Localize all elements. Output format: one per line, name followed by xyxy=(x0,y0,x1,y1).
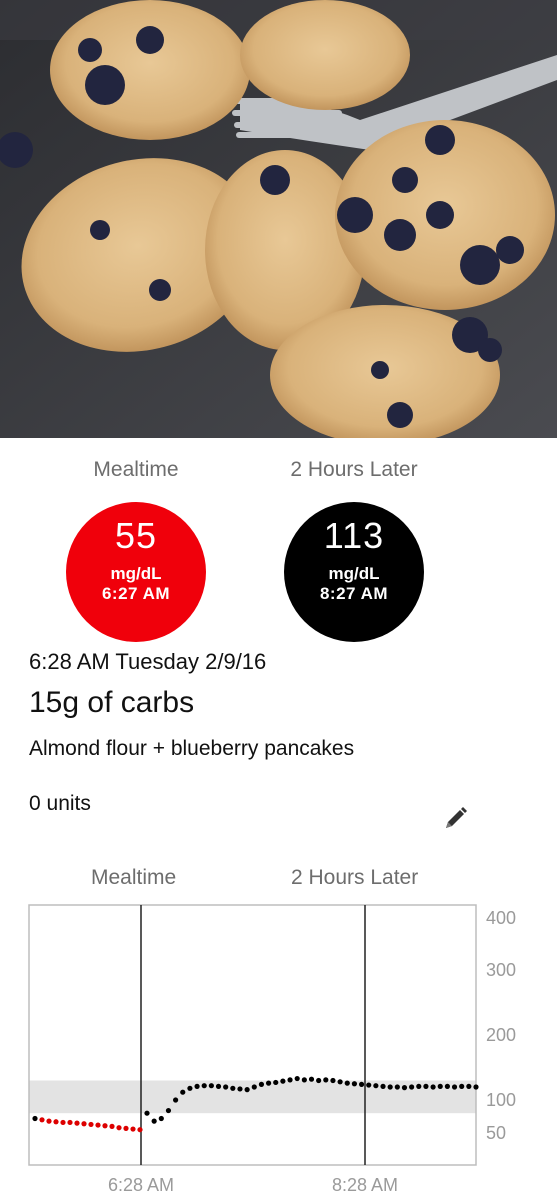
glucose-point-red xyxy=(39,1117,45,1123)
entry-carbs: 15g of carbs xyxy=(29,686,195,719)
glucose-point-black xyxy=(180,1089,186,1095)
mealtime-unit: mg/dL xyxy=(110,564,162,583)
glucose-point-red xyxy=(102,1123,108,1129)
glucose-point-black xyxy=(208,1083,214,1089)
glucose-point-black xyxy=(308,1076,315,1082)
glucose-point-black xyxy=(265,1080,272,1086)
glucose-point-black xyxy=(380,1083,386,1089)
glucose-point-red xyxy=(95,1122,101,1128)
mealtime-label: Mealtime xyxy=(93,458,179,481)
glucose-point-black xyxy=(459,1083,465,1089)
mealtime-time: 6:27 AM xyxy=(101,584,171,603)
entry-units: 0 units xyxy=(29,792,91,815)
y-tick-label: 300 xyxy=(486,960,516,980)
mealtime-value: 55 xyxy=(114,515,158,556)
glucose-point-red xyxy=(116,1125,122,1131)
glucose-point-black xyxy=(366,1082,372,1088)
mealtime-circle[interactable]: 55 mg/dL 6:27 AM xyxy=(66,502,206,642)
y-tick-label: 50 xyxy=(486,1123,506,1143)
glucose-point-black xyxy=(301,1077,307,1083)
glucose-point-black xyxy=(466,1083,472,1089)
glucose-point-black xyxy=(316,1077,322,1084)
glucose-point-black xyxy=(387,1084,393,1090)
glucose-point-red xyxy=(137,1127,143,1133)
glucose-point-black xyxy=(144,1110,150,1116)
glucose-point-black xyxy=(194,1083,200,1089)
x-tick-label: 6:28 AM xyxy=(108,1175,174,1195)
glucose-point-black xyxy=(158,1115,164,1122)
glucose-point-black xyxy=(473,1084,479,1090)
glucose-point-black xyxy=(416,1083,422,1089)
glucose-point-black xyxy=(237,1086,243,1092)
later-unit: mg/dL xyxy=(328,564,380,583)
glucose-point-black xyxy=(344,1080,350,1086)
glucose-point-red xyxy=(130,1126,136,1132)
later-time: 8:27 AM xyxy=(319,584,389,603)
glucose-point-red xyxy=(46,1118,52,1124)
pencil-icon[interactable] xyxy=(440,804,470,834)
glucose-point-black xyxy=(230,1085,236,1091)
readings-section: Mealtime 55 mg/dL 6:27 AM 2 Hours Later … xyxy=(0,438,557,642)
glucose-point-black xyxy=(273,1079,279,1086)
glucose-point-black xyxy=(358,1081,365,1087)
chart-header: Mealtime 2 Hours Later xyxy=(0,866,557,896)
glucose-point-black xyxy=(409,1084,415,1090)
glucose-point-black xyxy=(244,1087,250,1093)
glucose-chart: 400 300 200 100 50 6:28 AM 8:28 AM xyxy=(0,900,557,1200)
glucose-point-black xyxy=(187,1085,193,1091)
glucose-point-black xyxy=(215,1083,222,1089)
glucose-point-black xyxy=(323,1077,329,1083)
glucose-point-black xyxy=(430,1084,436,1090)
glucose-point-black xyxy=(294,1075,300,1082)
glucose-point-red xyxy=(123,1125,129,1131)
glucose-point-black xyxy=(351,1081,358,1087)
glucose-point-black xyxy=(423,1083,429,1089)
glucose-point-black xyxy=(258,1081,265,1087)
glucose-point-red xyxy=(81,1121,87,1127)
glucose-point-red xyxy=(88,1121,94,1128)
chart-later-label: 2 Hours Later xyxy=(291,866,419,889)
pancakes-image xyxy=(0,0,557,438)
glucose-point-red xyxy=(53,1119,59,1125)
glucose-point-black xyxy=(373,1083,379,1089)
glucose-point-black xyxy=(165,1107,172,1114)
glucose-point-black xyxy=(151,1118,157,1124)
later-circle[interactable]: 113 mg/dL 8:27 AM xyxy=(284,502,424,642)
glucose-point-black xyxy=(201,1083,207,1089)
chart-mealtime-label: Mealtime xyxy=(91,866,177,889)
later-value: 113 xyxy=(323,515,385,556)
x-tick-label: 8:28 AM xyxy=(332,1175,398,1195)
glucose-point-red xyxy=(60,1119,66,1126)
glucose-point-red xyxy=(67,1119,73,1126)
glucose-point-black xyxy=(451,1084,458,1090)
food-photo xyxy=(0,0,557,438)
glucose-point-black xyxy=(280,1078,286,1084)
later-label: 2 Hours Later xyxy=(290,458,418,481)
glucose-point-red xyxy=(32,1115,38,1122)
glucose-point-red xyxy=(74,1120,80,1126)
glucose-point-black xyxy=(401,1085,408,1091)
y-tick-label: 200 xyxy=(486,1025,516,1045)
glucose-point-black xyxy=(444,1083,450,1089)
y-tick-label: 400 xyxy=(486,908,516,928)
glucose-point-black xyxy=(437,1083,443,1089)
glucose-point-black xyxy=(173,1097,179,1103)
entry-datetime: 6:28 AM Tuesday 2/9/16 xyxy=(29,649,267,674)
glucose-point-black xyxy=(223,1084,229,1090)
glucose-point-black xyxy=(251,1084,257,1090)
y-tick-label: 100 xyxy=(486,1090,516,1110)
glucose-point-black xyxy=(394,1084,400,1090)
glucose-point-black xyxy=(287,1077,293,1083)
glucose-point-black xyxy=(330,1077,336,1084)
glucose-point-red xyxy=(109,1123,115,1129)
entry-description: Almond flour + blueberry pancakes xyxy=(29,737,355,760)
glucose-point-black xyxy=(337,1079,343,1085)
